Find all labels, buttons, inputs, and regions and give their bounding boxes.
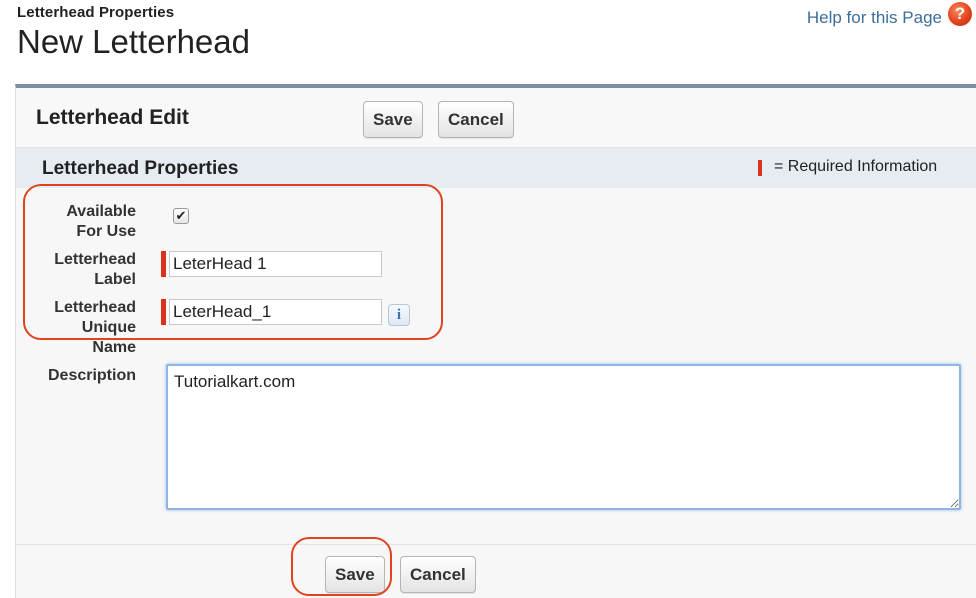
footer-toolbar: Save Cancel — [16, 544, 976, 598]
help-link[interactable]: Help for this Page — [807, 8, 942, 28]
letterhead-label-label: Letterhead Label — [54, 251, 136, 288]
edit-panel: Letterhead Edit Save Cancel Letterhead P… — [15, 84, 976, 598]
available-for-use-label: Available For Use — [66, 203, 136, 240]
required-legend: = Required Information — [774, 158, 938, 175]
letterhead-unique-name-input[interactable] — [169, 299, 382, 325]
footer-save-button[interactable]: Save — [325, 556, 385, 593]
page-subtitle: Letterhead Properties — [17, 4, 175, 21]
edit-title: Letterhead Edit — [36, 106, 189, 129]
edit-toolbar: Letterhead Edit Save Cancel — [16, 88, 976, 148]
help-icon[interactable]: ? — [948, 2, 972, 26]
description-textarea[interactable]: Tutorialkart.com — [166, 364, 961, 510]
required-indicator-legend — [758, 160, 762, 176]
letterhead-unique-name-label: Letterhead Unique Name — [54, 299, 136, 356]
save-button[interactable]: Save — [363, 101, 423, 138]
required-indicator — [161, 251, 166, 277]
section-title: Letterhead Properties — [42, 158, 239, 179]
letterhead-label-input[interactable] — [169, 251, 382, 277]
page-title: New Letterhead — [17, 23, 250, 60]
section-header: Letterhead Properties = Required Informa… — [16, 148, 976, 188]
description-label: Description — [47, 367, 136, 384]
info-icon[interactable]: i — [388, 304, 410, 326]
footer-cancel-button[interactable]: Cancel — [400, 556, 476, 593]
cancel-button[interactable]: Cancel — [438, 101, 514, 138]
required-indicator — [161, 299, 166, 325]
available-for-use-checkbox[interactable]: ✔ — [173, 208, 189, 224]
page-header: Letterhead Properties New Letterhead — [17, 4, 250, 61]
